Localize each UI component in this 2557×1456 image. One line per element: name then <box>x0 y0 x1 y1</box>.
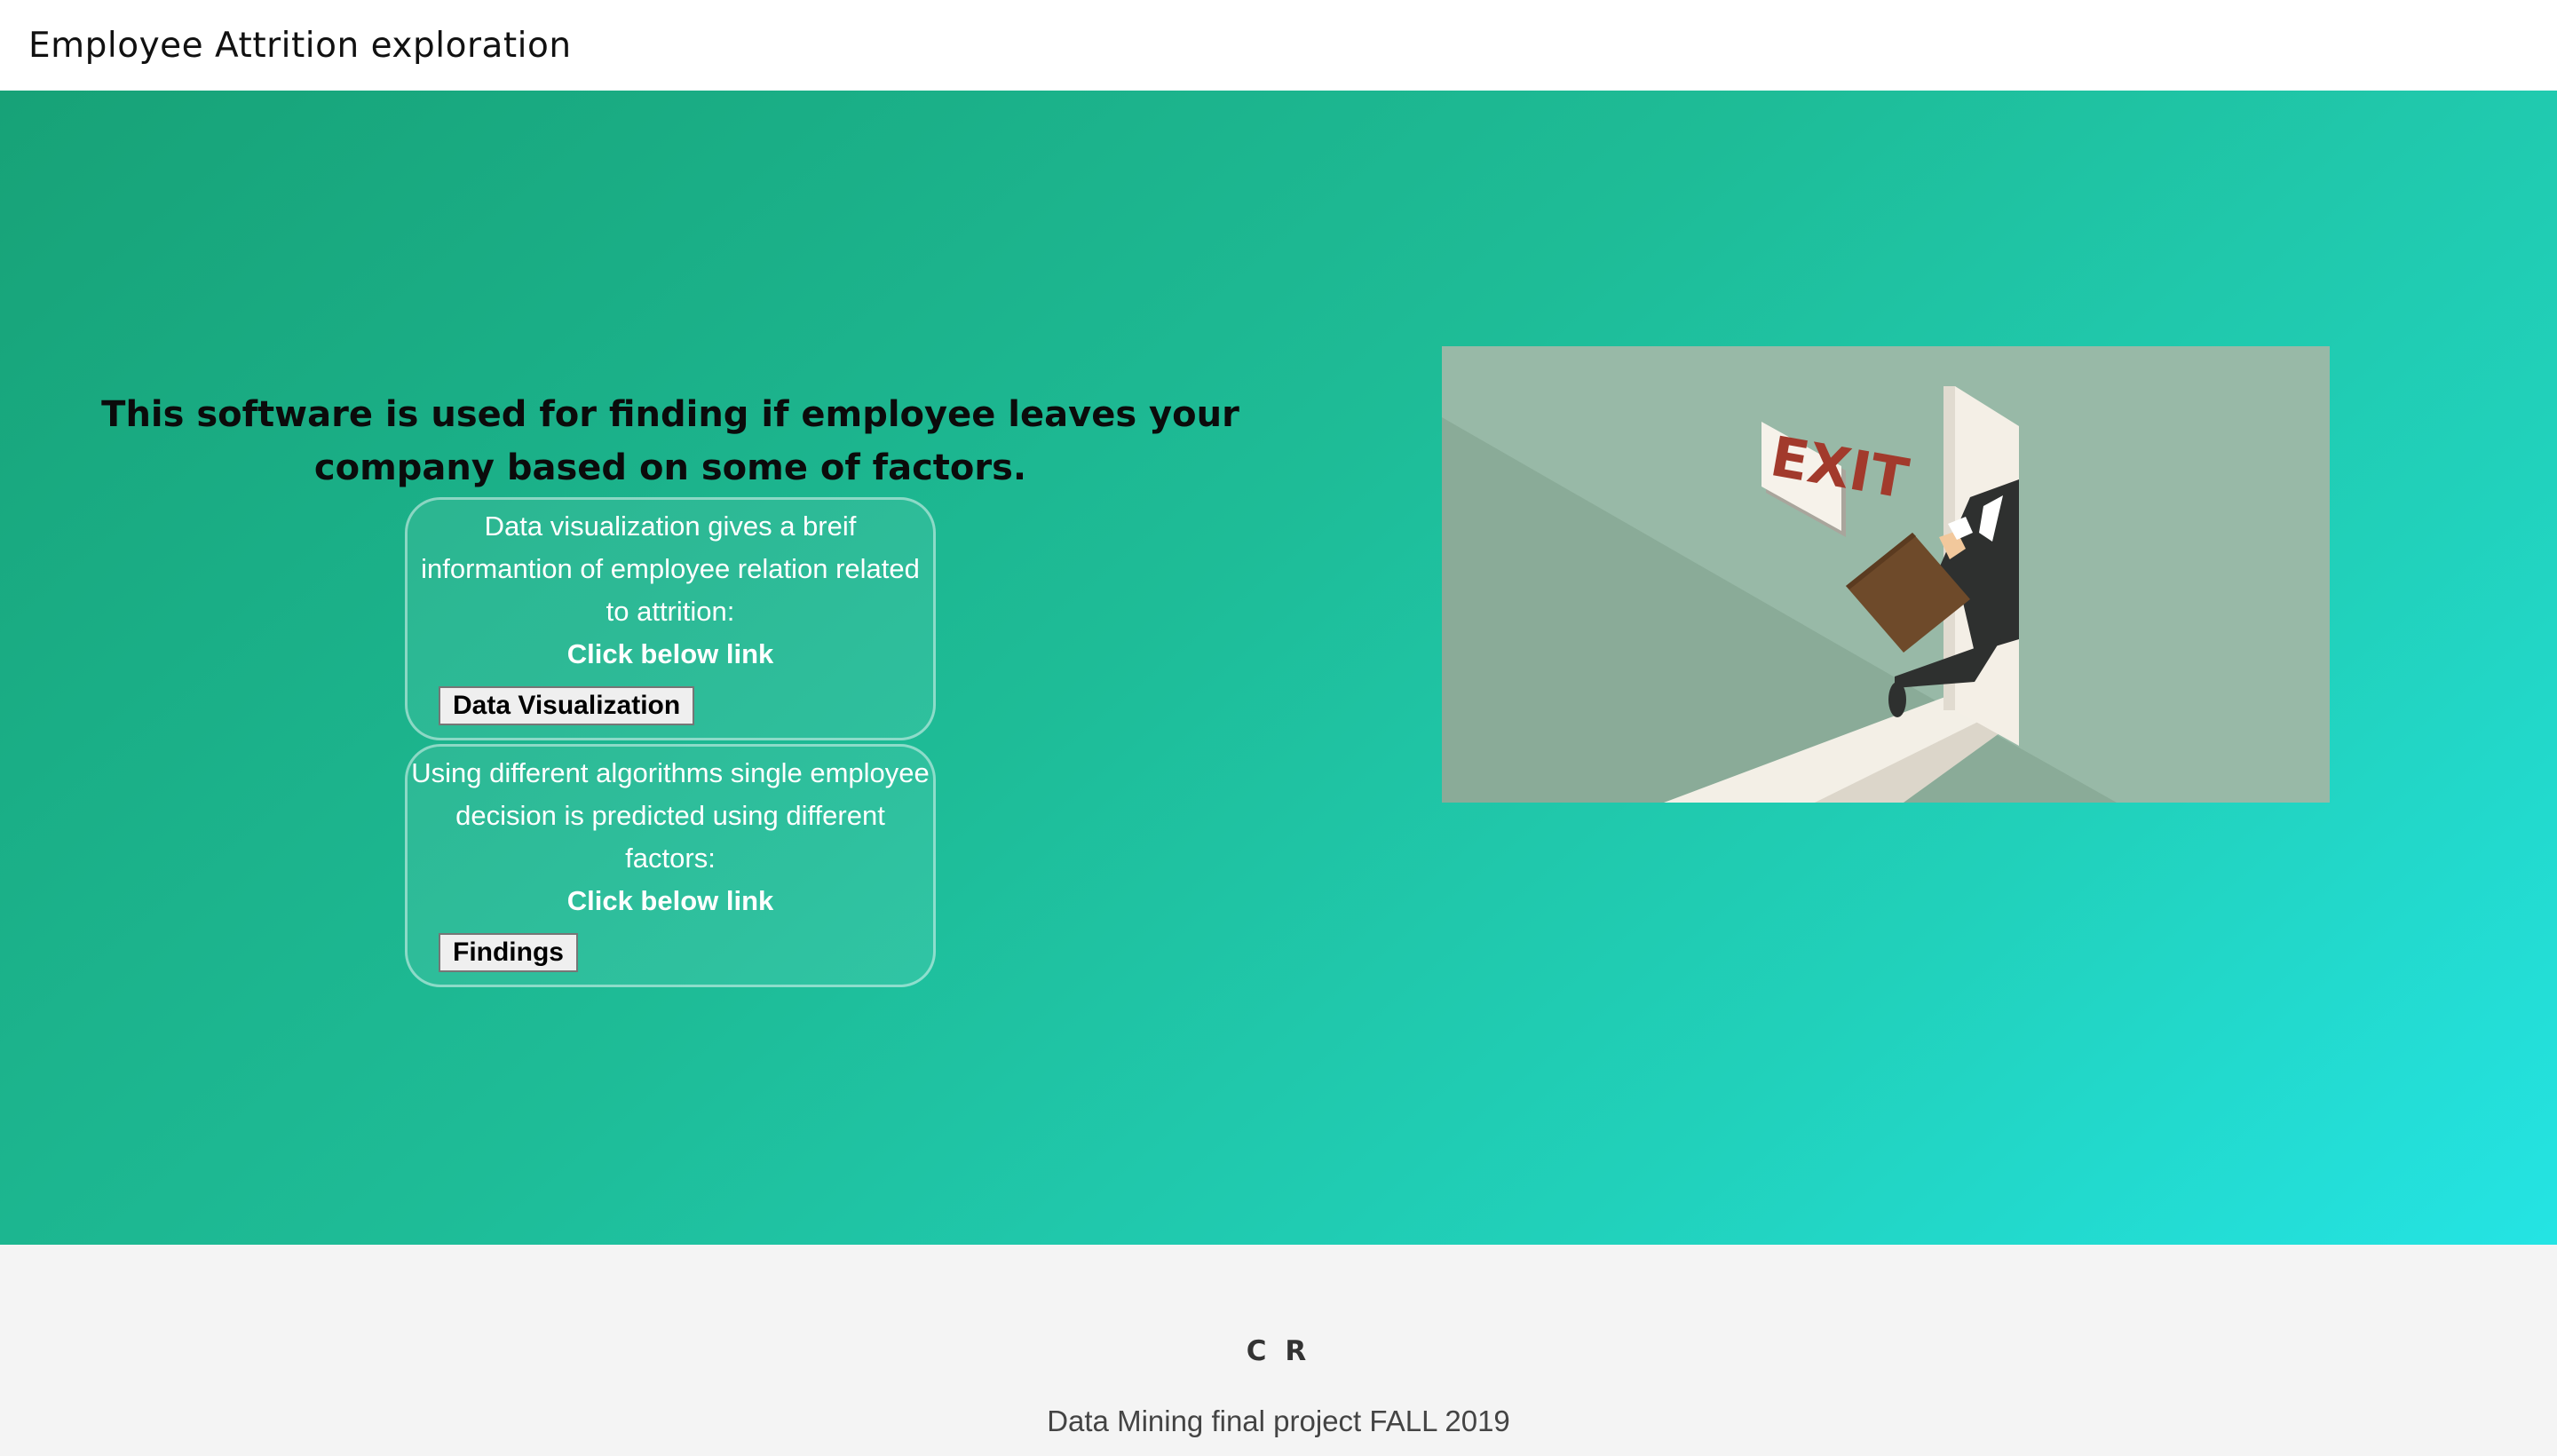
card-description: Using different algorithms single employ… <box>411 757 930 874</box>
footer-initials: C R <box>1246 1335 1311 1367</box>
footer: C R Data Mining final project FALL 2019 <box>0 1245 2557 1456</box>
data-visualization-card: Data visualization gives a breif informa… <box>405 497 936 740</box>
hero-section: This software is used for finding if emp… <box>0 91 2557 1245</box>
card-description: Data visualization gives a breif informa… <box>421 510 920 627</box>
employee-exit-illustration: EXIT <box>1442 346 2330 803</box>
findings-card: Using different algorithms single employ… <box>405 744 936 987</box>
card-cta-text: Click below link <box>566 638 774 669</box>
app-header: Employee Attrition exploration <box>0 0 2557 91</box>
findings-button[interactable]: Findings <box>439 933 578 972</box>
page-title: Employee Attrition exploration <box>28 25 572 66</box>
footer-note: Data Mining final project FALL 2019 <box>1047 1405 1510 1437</box>
hero-tagline: This software is used for finding if emp… <box>101 394 1239 488</box>
data-visualization-button[interactable]: Data Visualization <box>439 686 695 725</box>
card-cta-text: Click below link <box>566 885 774 916</box>
